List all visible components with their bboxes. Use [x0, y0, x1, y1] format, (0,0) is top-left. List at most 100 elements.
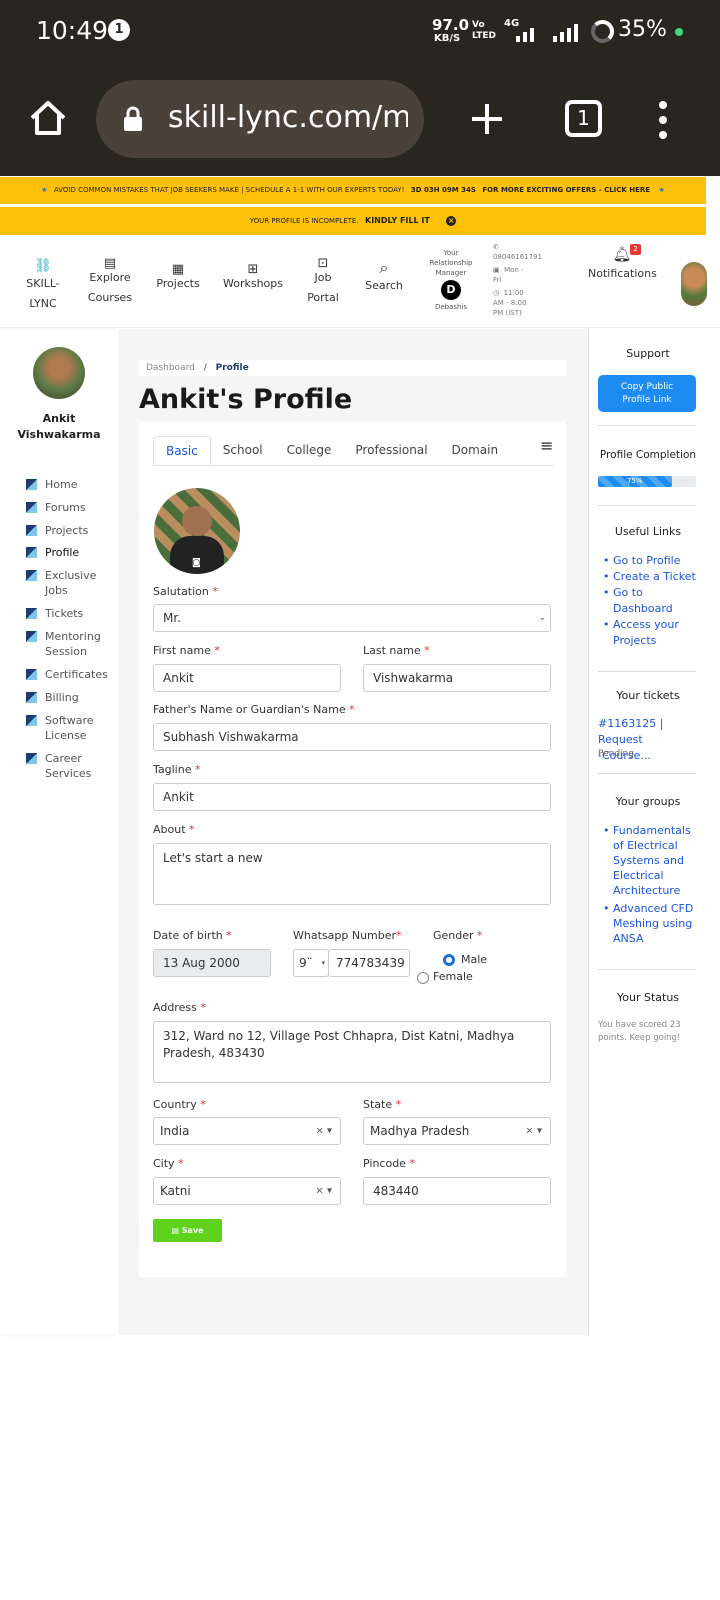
- sidebar-item-billing[interactable]: Billing: [26, 690, 116, 713]
- group-link-cfd[interactable]: • Advanced CFD Meshing using ANSA: [603, 901, 705, 946]
- tagline-input[interactable]: Ankit: [153, 783, 551, 811]
- clear-icon[interactable]: × ▾: [525, 1126, 542, 1137]
- projects-icon: ▦: [171, 262, 185, 277]
- last-name-input[interactable]: Vishwakarma: [363, 664, 551, 692]
- father-name-label: Father's Name or Guardian's Name *: [153, 703, 355, 716]
- hamburger-menu-icon[interactable]: ≡: [540, 436, 553, 455]
- career-icon: [26, 753, 37, 764]
- nav-job-portal[interactable]: ⊡ Job Portal: [298, 254, 348, 308]
- sidebar-item-home[interactable]: Home: [26, 477, 116, 500]
- pincode-input[interactable]: 483440: [363, 1177, 551, 1205]
- sidebar-item-career-services[interactable]: Career Services: [26, 751, 116, 789]
- gender-male-radio[interactable]: [443, 954, 455, 966]
- bell-icon: 🔔︎ 2: [588, 244, 656, 264]
- profile-photo[interactable]: ◙: [154, 488, 240, 574]
- battery-percent: 35%: [618, 17, 667, 42]
- profile-tabs: Basic School College Professional Domain: [153, 436, 553, 466]
- left-sidebar: Ankit Vishwakarma Home Forums Projects P…: [0, 329, 118, 1335]
- country-code-select[interactable]: 9¨ ▾: [293, 949, 329, 977]
- sidebar-item-exclusive-jobs[interactable]: Exclusive Jobs: [26, 568, 116, 606]
- breadcrumb-current: Profile: [215, 363, 249, 373]
- lock-icon: [124, 106, 142, 131]
- link-go-to-profile[interactable]: • Go to Profile: [603, 553, 703, 569]
- briefcase-icon: ⊡: [317, 256, 329, 271]
- camera-icon[interactable]: ◙: [192, 558, 201, 568]
- whatsapp-label: Whatsapp Number*: [293, 929, 402, 942]
- city-label: City *: [153, 1157, 184, 1170]
- support-title: Support: [626, 347, 670, 360]
- breadcrumb-dashboard[interactable]: Dashboard: [146, 363, 195, 373]
- jobs-icon: [26, 570, 37, 581]
- first-name-input[interactable]: Ankit: [153, 664, 341, 692]
- offer-cta[interactable]: FOR MORE EXCITING OFFERS - CLICK HERE: [482, 186, 650, 194]
- city-select[interactable]: Katni × ▾: [153, 1177, 341, 1205]
- nav-logo[interactable]: ⛓ SKILL- LYNC: [18, 256, 68, 314]
- tab-switcher-button[interactable]: 1: [565, 100, 602, 137]
- salutation-select[interactable]: Mr. ⌄: [153, 604, 551, 632]
- country-select[interactable]: India × ▾: [153, 1117, 341, 1145]
- chevron-down-icon: ▾: [321, 959, 325, 967]
- sidebar-item-certificates[interactable]: Certificates: [26, 667, 116, 690]
- star-icon: ★: [658, 186, 665, 194]
- tab-school[interactable]: School: [211, 436, 275, 465]
- tab-domain[interactable]: Domain: [440, 436, 511, 465]
- fill-profile-link[interactable]: KINDLY FILL IT: [365, 216, 430, 225]
- clock-icon: ◷: [493, 289, 500, 297]
- tab-college[interactable]: College: [275, 436, 344, 465]
- sidebar-item-projects[interactable]: Projects: [26, 523, 116, 545]
- mentoring-icon: [26, 631, 37, 642]
- address-label: Address *: [153, 1001, 206, 1014]
- nav-explore-courses[interactable]: ▤ Explore Courses: [80, 254, 140, 308]
- tab-professional[interactable]: Professional: [343, 436, 439, 465]
- url-bar[interactable]: skill-lync.com/my: [96, 80, 424, 158]
- link-logo-icon: ⛓: [34, 258, 52, 274]
- top-nav: ⛓ SKILL- LYNC ▤ Explore Courses ▦ Projec…: [0, 236, 720, 328]
- father-name-input[interactable]: Subhash Vishwakarma: [153, 723, 551, 751]
- breadcrumb: Dashboard / Profile: [139, 360, 566, 376]
- link-access-projects[interactable]: • Access your Projects: [603, 617, 703, 649]
- more-menu-icon[interactable]: [654, 100, 672, 140]
- page-title: Ankit's Profile: [139, 384, 353, 415]
- groups-list: • Fundamentals of Electrical Systems and…: [603, 823, 705, 946]
- network-type: 4G: [504, 18, 520, 29]
- profile-avatar: [33, 347, 85, 399]
- clear-icon[interactable]: × ▾: [315, 1186, 332, 1197]
- copy-profile-link-button[interactable]: Copy Public Profile Link: [598, 375, 696, 412]
- nav-workshops[interactable]: ⊞ Workshops: [222, 260, 284, 294]
- group-link-electrical[interactable]: • Fundamentals of Electrical Systems and…: [603, 823, 705, 898]
- tab-basic[interactable]: Basic: [153, 436, 211, 465]
- address-textarea[interactable]: 312, Ward no 12, Village Post Chhapra, D…: [153, 1021, 551, 1083]
- dob-input[interactable]: 13 Aug 2000: [153, 949, 271, 977]
- nav-projects[interactable]: ▦ Projects: [152, 260, 204, 294]
- new-tab-icon[interactable]: [470, 102, 504, 136]
- nav-notifications[interactable]: 🔔︎ 2 Notifications: [588, 244, 657, 284]
- sidebar-item-mentoring-session[interactable]: Mentoring Session: [26, 629, 116, 667]
- link-create-ticket[interactable]: • Create a Ticket: [603, 569, 703, 585]
- clear-icon[interactable]: × ▾: [315, 1126, 332, 1137]
- nav-search[interactable]: ⌕ Search: [358, 258, 410, 296]
- useful-links-title: Useful Links: [614, 525, 682, 538]
- link-go-to-dashboard[interactable]: • Go to Dashboard: [603, 585, 703, 617]
- salutation-label: Salutation *: [153, 585, 218, 598]
- tagline-label: Tagline *: [153, 763, 201, 776]
- save-button[interactable]: ▤ Save: [153, 1219, 222, 1242]
- sidebar-item-software-license[interactable]: Software License: [26, 713, 116, 751]
- last-name-label: Last name *: [363, 644, 430, 657]
- offer-banner[interactable]: ★ AVOID COMMON MISTAKES THAT JOB SEEKERS…: [0, 177, 706, 204]
- useful-links-list: • Go to Profile • Create a Ticket • Go t…: [603, 553, 703, 649]
- groups-title: Your groups: [615, 795, 681, 808]
- whatsapp-input[interactable]: 774783439: [328, 949, 410, 977]
- pincode-label: Pincode *: [363, 1157, 415, 1170]
- about-textarea[interactable]: Let's start a new: [153, 843, 551, 905]
- gender-female-radio[interactable]: [417, 972, 429, 984]
- relationship-manager[interactable]: Your Relationship Manager D Debashis: [418, 248, 484, 312]
- save-icon: ▤: [171, 1226, 179, 1235]
- sidebar-item-forums[interactable]: Forums: [26, 500, 116, 523]
- close-icon[interactable]: ×: [446, 216, 457, 226]
- home-icon[interactable]: [28, 98, 68, 138]
- billing-icon: [26, 692, 37, 703]
- sidebar-item-tickets[interactable]: Tickets: [26, 606, 116, 629]
- user-avatar[interactable]: [681, 262, 707, 306]
- sidebar-item-profile[interactable]: Profile: [26, 545, 116, 568]
- state-select[interactable]: Madhya Pradesh × ▾: [363, 1117, 551, 1145]
